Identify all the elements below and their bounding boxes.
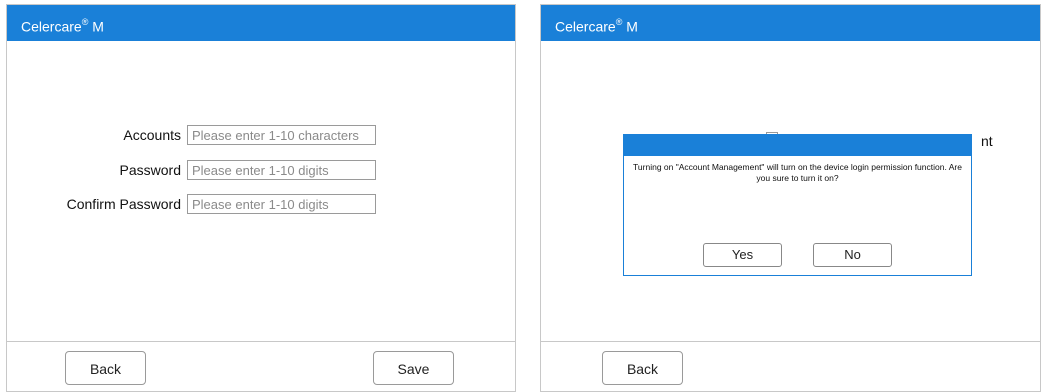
app-title: Celercare <box>21 18 82 35</box>
password-row: Password <box>7 160 515 182</box>
yes-button[interactable]: Yes <box>703 243 782 267</box>
confirm-dialog: Turning on "Account Management" will tur… <box>623 134 972 276</box>
account-management-label-fragment: nt <box>981 133 993 149</box>
save-button[interactable]: Save <box>373 351 454 385</box>
registered-mark: ® <box>81 17 89 27</box>
title-bar: Celercare® M <box>7 5 515 41</box>
footer-bar: Back <box>541 341 1040 391</box>
footer-bar: Back Save <box>7 341 515 391</box>
dialog-message: Turning on "Account Management" will tur… <box>633 162 962 183</box>
back-button[interactable]: Back <box>602 351 683 385</box>
accounts-row: Accounts <box>7 125 515 147</box>
back-button[interactable]: Back <box>65 351 146 385</box>
no-button[interactable]: No <box>813 243 892 267</box>
app-title: Celercare <box>555 18 616 35</box>
accounts-label: Accounts <box>123 127 181 143</box>
app-title-suffix: M <box>626 18 638 35</box>
password-label: Password <box>119 162 181 178</box>
registered-mark: ® <box>615 17 623 27</box>
password-input[interactable] <box>187 160 376 180</box>
title-bar: Celercare® M <box>541 5 1040 41</box>
app-title-suffix: M <box>92 18 104 35</box>
accounts-input[interactable] <box>187 125 376 145</box>
account-setup-screen: Celercare® M Accounts Password Confirm P… <box>6 4 516 392</box>
confirm-password-input[interactable] <box>187 194 376 214</box>
dialog-header <box>624 135 971 156</box>
account-management-confirm-screen: Celercare® M nt Turning on "Account Mana… <box>540 4 1041 392</box>
form-area: Accounts Password Confirm Password <box>7 41 515 341</box>
confirm-password-label: Confirm Password <box>66 196 181 212</box>
confirm-password-row: Confirm Password <box>7 194 515 216</box>
